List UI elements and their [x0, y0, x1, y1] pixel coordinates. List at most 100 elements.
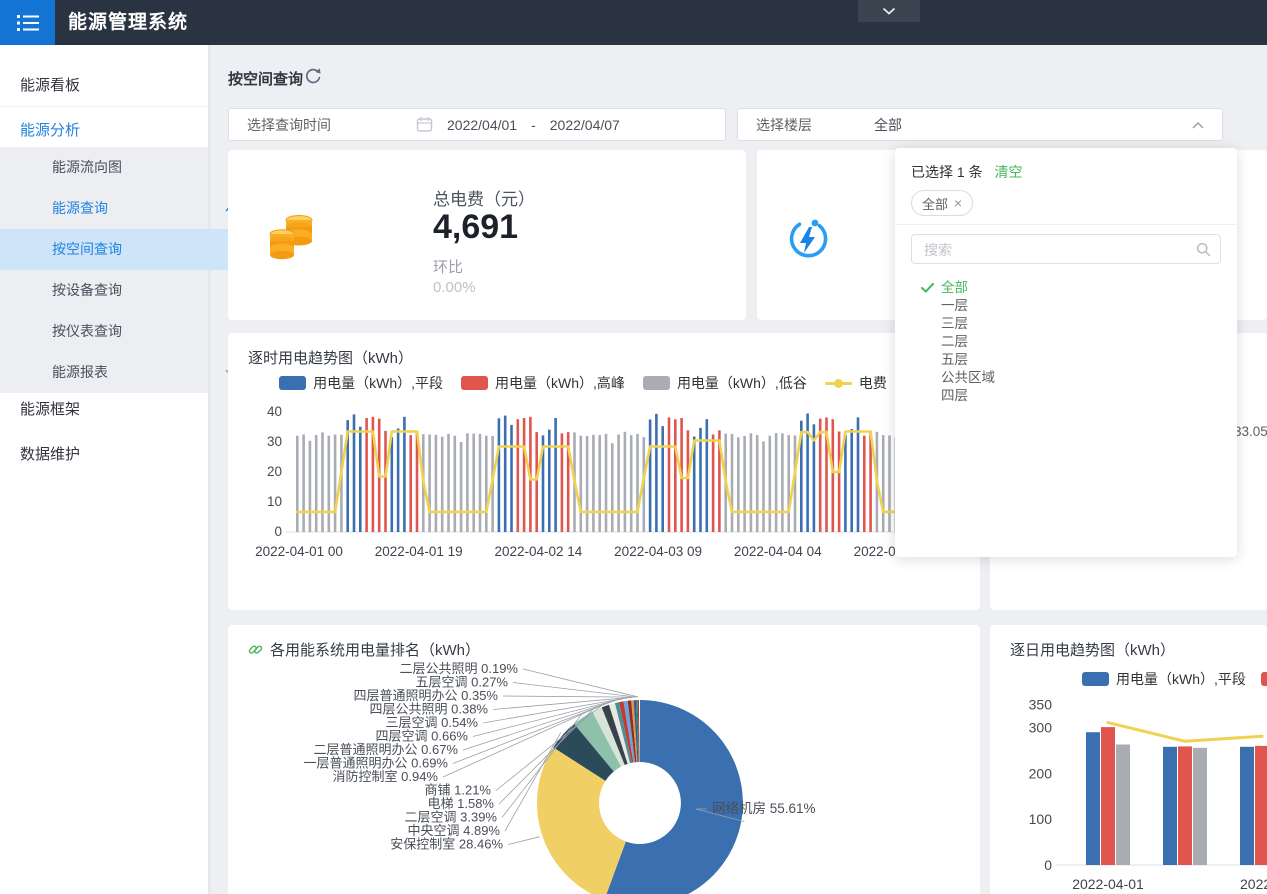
ratio-value: 0.00% — [433, 279, 476, 296]
svg-text:2022-04-03 09: 2022-04-03 09 — [614, 544, 702, 559]
sidebar-item-能源看板[interactable]: 能源看板 — [0, 65, 228, 106]
floor-option-公共区域[interactable]: 公共区域 — [895, 369, 1237, 387]
floor-select[interactable]: 选择楼层 全部 — [737, 108, 1223, 141]
svg-text:10: 10 — [267, 494, 282, 509]
floor-option-label: 全部 — [941, 280, 968, 295]
app-root: 能源管理系统 能源看板能源分析能源流向图能源查询按空间查询按设备查询按仪表查询能… — [0, 0, 1267, 894]
sidebar-item-数据维护[interactable]: 数据维护 — [0, 434, 228, 475]
coins-icon — [268, 210, 316, 262]
svg-text:0: 0 — [1044, 857, 1052, 873]
sidebar-item-按空间查询[interactable]: 按空间查询 — [0, 229, 260, 270]
legend-bar-swatch — [643, 376, 670, 390]
dropdown-selected-count: 已选择 1 条 清空 — [911, 162, 1022, 182]
floor-option-全部[interactable]: 全部 — [895, 279, 1237, 297]
floor-option-五层[interactable]: 五层 — [895, 351, 1237, 369]
svg-text:2022-04-02 14: 2022-04-02 14 — [494, 544, 582, 559]
total-cost-label: 总电费（元） — [433, 185, 535, 210]
hamburger-menu-button[interactable] — [0, 0, 55, 45]
sidebar-item-按仪表查询[interactable]: 按仪表查询 — [0, 311, 260, 352]
hourly-trend-card: 逐时用电趋势图（kWh） 用电量（kWh）,平段 用电量（kWh）,高峰 用电量（k… — [228, 333, 980, 610]
hourly-chart-title: 逐时用电趋势图（kWh） — [248, 347, 413, 368]
legend-item[interactable]: 用电量（kWh）,高峰 — [461, 373, 625, 393]
floor-option-label: 一层 — [941, 298, 968, 313]
floor-option-label: 二层 — [941, 334, 968, 349]
legend-line-swatch — [825, 382, 852, 385]
floor-option-一层[interactable]: 一层 — [895, 297, 1237, 315]
svg-text:20: 20 — [267, 464, 282, 479]
sidebar-item-按设备查询[interactable]: 按设备查询 — [0, 270, 260, 311]
date-start-value: 2022/04/01 — [447, 117, 517, 133]
clear-selection-link[interactable]: 清空 — [994, 164, 1022, 180]
power-gauge-icon — [782, 212, 834, 264]
svg-text:2022-04-03: 2022-04-03 — [1240, 876, 1267, 892]
floor-option-label: 公共区域 — [941, 370, 995, 385]
date-separator: - — [531, 117, 536, 133]
hourly-chart-svg: 0102030402022-04-01 002022-04-01 192022-… — [228, 395, 980, 575]
sidebar-item-label: 能源分析 — [20, 122, 80, 139]
selected-floor-tag-label: 全部 — [922, 194, 948, 213]
sidebar-item-label: 能源报表 — [52, 364, 108, 380]
sidebar-item-能源分析[interactable]: 能源分析 — [0, 110, 228, 151]
daily-trend-card: 逐日用电趋势图（kWh） 用电量（kWh）,平段用电量（kWh）,高峰 0100… — [990, 625, 1267, 894]
topbar-collapse-button[interactable] — [858, 0, 920, 22]
sidebar-item-能源框架[interactable]: 能源框架 — [0, 389, 228, 430]
floor-options-list: 全部一层三层二层五层公共区域四层 — [895, 279, 1237, 405]
hamburger-menu-icon — [16, 14, 40, 32]
sidebar-item-能源报表[interactable]: 能源报表 — [0, 352, 260, 393]
sidebar-item-label: 数据维护 — [20, 446, 80, 463]
system-ranking-card: 各用能系统用电量排名（kWh） 二层公共照明 0.19%五层空调 0.27%四层… — [228, 625, 980, 894]
refresh-button[interactable] — [303, 66, 323, 86]
sidebar-item-label: 按仪表查询 — [52, 323, 122, 339]
svg-text:2022-04-04 04: 2022-04-04 04 — [734, 544, 822, 559]
legend-bar-swatch — [279, 376, 306, 390]
sidebar-item-能源流向图[interactable]: 能源流向图 — [0, 147, 260, 188]
svg-text:100: 100 — [1029, 811, 1053, 827]
floor-option-三层[interactable]: 三层 — [895, 315, 1237, 333]
sidebar: 能源看板能源分析能源流向图能源查询按空间查询按设备查询按仪表查询能源报表能源框架… — [0, 45, 208, 894]
svg-text:0: 0 — [274, 524, 282, 539]
floor-select-value: 全部 — [874, 115, 902, 135]
sidebar-item-label: 能源看板 — [20, 77, 80, 94]
svg-text:消防控制室 0.94%: 消防控制室 0.94% — [333, 769, 439, 784]
floor-search-input[interactable] — [922, 238, 1186, 262]
svg-text:2022-04-01 19: 2022-04-01 19 — [375, 544, 463, 559]
check-icon — [921, 283, 934, 293]
date-range-picker[interactable]: 选择查询时间 2022/04/01 - 2022/04/07 — [228, 108, 726, 141]
refresh-icon — [303, 66, 323, 86]
topbar: 能源管理系统 — [0, 0, 1267, 45]
dropdown-divider — [895, 224, 1237, 225]
page-title: 按空间查询 — [228, 68, 303, 89]
svg-text:30: 30 — [267, 434, 282, 449]
floor-option-label: 三层 — [941, 316, 968, 331]
remove-tag-icon[interactable]: × — [954, 195, 962, 211]
legend-item[interactable]: 用电量（kWh）,平段 — [279, 373, 443, 393]
sidebar-item-label: 能源框架 — [20, 401, 80, 418]
floor-option-四层[interactable]: 四层 — [895, 387, 1237, 405]
sidebar-item-label: 按设备查询 — [52, 282, 122, 298]
legend-label: 用电量（kWh）,平段 — [313, 373, 443, 393]
legend-label: 用电量（kWh）,低谷 — [677, 373, 807, 393]
svg-text:40: 40 — [267, 404, 282, 419]
chevron-down-icon — [882, 7, 896, 15]
selected-count-text: 已选择 1 条 — [911, 164, 983, 180]
svg-text:安保控制室 28.46%: 安保控制室 28.46% — [390, 837, 503, 852]
total-cost-value: 4,691 — [433, 208, 518, 247]
legend-item[interactable]: 用电量（kWh）,低谷 — [643, 373, 807, 393]
sidebar-item-label: 能源查询 — [52, 200, 108, 216]
floor-option-二层[interactable]: 二层 — [895, 333, 1237, 351]
pie-chart-svg: 二层公共照明 0.19%五层空调 0.27%四层普通照明办公 0.35%四层公共… — [228, 625, 980, 894]
total-cost-card: 总电费（元） 4,691 环比 0.00% — [228, 150, 746, 320]
selected-floor-tag[interactable]: 全部 × — [911, 190, 973, 216]
partial-axis-value: 33.05 — [1234, 424, 1267, 439]
floor-select-label: 选择楼层 — [756, 115, 812, 135]
floor-dropdown-panel: 已选择 1 条 清空 全部 × 全部一层三层二层五层公共区域四层 — [895, 148, 1237, 557]
svg-text:300: 300 — [1029, 720, 1053, 736]
sidebar-item-label: 能源流向图 — [52, 159, 122, 175]
legend-label: 用电量（kWh）,高峰 — [495, 373, 625, 393]
date-range-label: 选择查询时间 — [247, 115, 331, 135]
chevron-up-icon — [1192, 122, 1204, 129]
sidebar-item-能源查询[interactable]: 能源查询 — [0, 188, 260, 229]
sidebar-divider — [0, 106, 208, 107]
floor-option-label: 四层 — [941, 388, 968, 403]
date-end-value: 2022/04/07 — [550, 117, 620, 133]
